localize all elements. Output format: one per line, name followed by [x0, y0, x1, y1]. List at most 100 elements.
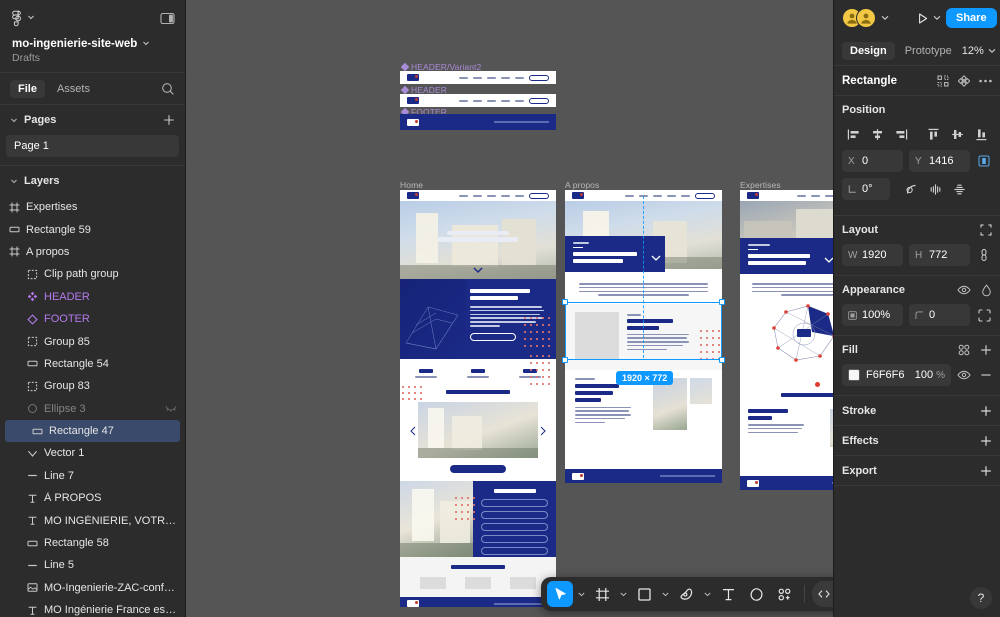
- selection-handle-bottom-left[interactable]: [562, 357, 568, 363]
- tab-file[interactable]: File: [10, 79, 45, 98]
- layer-row[interactable]: Rectangle 54: [0, 353, 185, 375]
- pen-tool-chevron-down-icon[interactable]: [701, 581, 713, 607]
- move-tool-button[interactable]: [547, 581, 573, 607]
- search-icon[interactable]: [161, 82, 175, 96]
- layers-header[interactable]: Layers: [0, 166, 185, 196]
- x-position-field[interactable]: X 0: [842, 150, 903, 172]
- layer-row[interactable]: Group 83: [0, 375, 185, 397]
- eye-icon[interactable]: [957, 370, 971, 380]
- panel-toggle-icon[interactable]: [160, 12, 175, 25]
- layer-row[interactable]: Clip path group: [0, 263, 185, 285]
- present-controls[interactable]: [916, 12, 941, 25]
- layer-row[interactable]: MO INGÉNIERIE, VOTRE BUREAU…: [0, 509, 185, 531]
- selection-handle-top-left[interactable]: [562, 299, 568, 305]
- layer-row[interactable]: Rectangle 47: [5, 419, 180, 443]
- collaborator-avatars[interactable]: [842, 8, 889, 28]
- component-grid-icon[interactable]: [937, 75, 949, 87]
- shape-tool-chevron-down-icon[interactable]: [659, 581, 671, 607]
- avatar[interactable]: [856, 8, 876, 28]
- layer-row[interactable]: Line 5: [0, 554, 185, 576]
- align-bottom-icon[interactable]: [970, 124, 992, 144]
- comment-tool-button[interactable]: [743, 581, 769, 607]
- align-top-icon[interactable]: [922, 124, 944, 144]
- layers-list[interactable]: Expertises Rectangle 59 A propos Clip path …: [0, 196, 185, 617]
- minus-icon[interactable]: [980, 369, 992, 381]
- file-name-button[interactable]: mo-ingenierie-site-web: [12, 38, 173, 50]
- resize-to-fit-icon[interactable]: [980, 224, 992, 236]
- move-tool-chevron-down-icon[interactable]: [575, 581, 587, 607]
- figma-menu-button[interactable]: [10, 10, 35, 27]
- chevron-down-icon[interactable]: [881, 15, 889, 21]
- add-variant-icon[interactable]: [958, 74, 970, 87]
- layer-row[interactable]: A propos: [0, 241, 185, 263]
- frame-label-home[interactable]: Home: [400, 180, 423, 190]
- layer-row[interactable]: À PROPOS: [0, 487, 185, 509]
- align-horizontal-center-icon[interactable]: [866, 124, 888, 144]
- zoom-control[interactable]: 12%: [962, 45, 996, 57]
- layer-row[interactable]: Vector 1: [0, 442, 185, 464]
- flip-vertical-icon[interactable]: [948, 179, 970, 199]
- width-field[interactable]: W 1920: [842, 244, 903, 266]
- styles-icon[interactable]: [958, 344, 970, 356]
- align-left-icon[interactable]: [842, 124, 864, 144]
- help-button[interactable]: ?: [970, 587, 992, 609]
- rotation-field[interactable]: 0°: [842, 178, 890, 200]
- page-item-page-1[interactable]: Page 1: [6, 135, 179, 157]
- individual-corners-icon[interactable]: [976, 308, 992, 322]
- resources-tool-button[interactable]: [771, 581, 797, 607]
- selection-handle-top-right[interactable]: [719, 299, 725, 305]
- plus-icon[interactable]: [980, 344, 992, 356]
- frame-expertises[interactable]: [740, 190, 833, 490]
- eye-off-icon[interactable]: [165, 404, 177, 413]
- tab-prototype[interactable]: Prototype: [897, 42, 960, 60]
- frame-label-a-propos[interactable]: A propos: [565, 180, 599, 190]
- component-frame-footer[interactable]: [400, 114, 556, 130]
- fill-color-field[interactable]: F6F6F6 100 %: [842, 364, 951, 386]
- eye-icon[interactable]: [957, 285, 971, 295]
- layer-row[interactable]: Line 7: [0, 465, 185, 487]
- component-frame-header-variant2[interactable]: [400, 71, 556, 84]
- height-field[interactable]: H 772: [909, 244, 970, 266]
- plus-icon[interactable]: [980, 405, 992, 417]
- layer-row[interactable]: Rectangle 58: [0, 532, 185, 554]
- selection-handle-bottom-right[interactable]: [719, 357, 725, 363]
- y-position-field[interactable]: Y 1416: [909, 150, 970, 172]
- plus-icon[interactable]: [980, 435, 992, 447]
- corner-radius-field[interactable]: 0: [909, 304, 970, 326]
- layer-row[interactable]: HEADER: [0, 286, 185, 308]
- layer-row[interactable]: Rectangle 59: [0, 218, 185, 240]
- canvas-viewport[interactable]: HEADER/Variant2 HEADER FOOTER Home A pro…: [186, 0, 833, 617]
- constrain-proportions-icon[interactable]: [976, 248, 992, 262]
- tab-design[interactable]: Design: [842, 41, 895, 60]
- independent-corners-icon[interactable]: [976, 154, 992, 168]
- frame-tool-button[interactable]: [589, 581, 615, 607]
- plus-icon[interactable]: [980, 465, 992, 477]
- component-frame-header[interactable]: [400, 94, 556, 107]
- opacity-field[interactable]: 100%: [842, 304, 903, 326]
- layer-row[interactable]: MO-Ingenierie-ZAC-confluences-…: [0, 577, 185, 599]
- corner-radius-icon[interactable]: [900, 179, 922, 199]
- pen-tool-button[interactable]: [673, 581, 699, 607]
- tab-assets[interactable]: Assets: [49, 80, 98, 98]
- color-swatch[interactable]: [848, 369, 860, 381]
- more-options-icon[interactable]: [979, 79, 992, 83]
- blend-mode-icon[interactable]: [981, 283, 992, 297]
- pages-header[interactable]: Pages: [0, 105, 185, 135]
- chevron-down-icon[interactable]: [933, 15, 941, 21]
- plus-icon[interactable]: [163, 114, 175, 126]
- align-vertical-center-icon[interactable]: [946, 124, 968, 144]
- layer-row[interactable]: Group 85: [0, 330, 185, 352]
- frame-tool-chevron-down-icon[interactable]: [617, 581, 629, 607]
- layer-row[interactable]: MO Ingénierie France est un bure…: [0, 599, 185, 617]
- frame-home[interactable]: [400, 190, 556, 607]
- flip-horizontal-icon[interactable]: [924, 179, 946, 199]
- shape-tool-button[interactable]: [631, 581, 657, 607]
- frame-label-expertises[interactable]: Expertises: [740, 180, 781, 190]
- align-right-icon[interactable]: [890, 124, 912, 144]
- play-icon[interactable]: [916, 12, 929, 25]
- layer-row[interactable]: Expertises: [0, 196, 185, 218]
- text-tool-button[interactable]: [715, 581, 741, 607]
- layer-row[interactable]: FOOTER: [0, 308, 185, 330]
- layer-row[interactable]: Ellipse 3: [0, 398, 185, 420]
- dev-mode-toggle[interactable]: [812, 581, 833, 607]
